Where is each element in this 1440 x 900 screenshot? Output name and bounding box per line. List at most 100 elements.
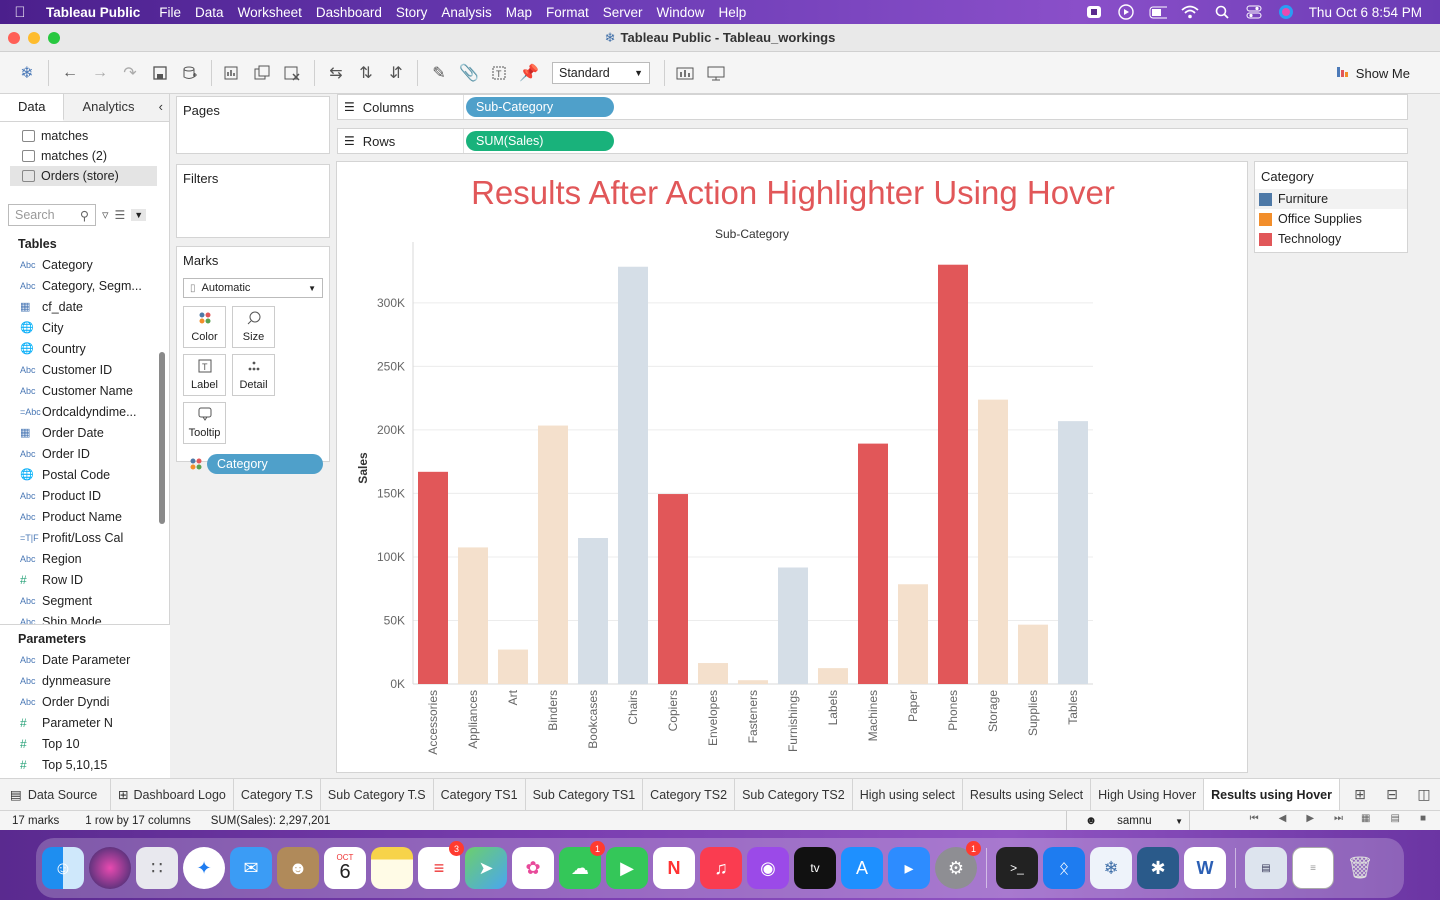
data-source-item-selected[interactable]: Orders (store) <box>10 166 157 186</box>
new-worksheet-icon[interactable]: ⊞ <box>1344 786 1376 803</box>
bar-labels[interactable] <box>818 668 848 684</box>
view-options-icon[interactable]: ☰ <box>115 208 126 222</box>
mail-icon[interactable]: ✉ <box>230 847 272 889</box>
swap-rows-columns-icon[interactable]: ⇆ <box>321 59 351 87</box>
field-item[interactable]: Abc Product Name <box>0 506 160 527</box>
bar-art[interactable] <box>498 649 528 684</box>
menu-format[interactable]: Format <box>539 5 596 20</box>
safari-icon[interactable]: ✦ <box>183 847 225 889</box>
field-item[interactable]: # Parameter N <box>0 712 170 733</box>
menu-file[interactable]: File <box>152 5 188 20</box>
mysql-workbench-icon[interactable]: ✱ <box>1137 847 1179 889</box>
tab-analytics[interactable]: Analytics ‹ <box>64 94 169 121</box>
tableau-home-icon[interactable]: ❄ <box>12 59 42 87</box>
bar-bookcases[interactable] <box>578 538 608 684</box>
field-item[interactable]: 🌐 Country <box>0 338 160 359</box>
bar-furnishings[interactable] <box>778 567 808 684</box>
sheet-tab-active[interactable]: Results using Hover <box>1204 778 1340 811</box>
last-sheet-icon[interactable]: ⏭ <box>1334 813 1343 824</box>
control-center-icon[interactable] <box>1245 5 1263 19</box>
filter-icon[interactable]: ▿ <box>102 207 109 223</box>
clear-sheet-icon[interactable] <box>278 59 308 87</box>
field-item[interactable]: Abc Category, Segm... <box>0 275 160 296</box>
battery-icon[interactable] <box>1149 5 1167 19</box>
menu-worksheet[interactable]: Worksheet <box>231 5 309 20</box>
new-story-icon[interactable]: ◫ <box>1408 786 1440 803</box>
sheet-tab[interactable]: Sub Category TS1 <box>526 778 644 811</box>
music-icon[interactable]: ♫ <box>700 847 742 889</box>
word-icon[interactable]: W <box>1184 847 1226 889</box>
menu-data[interactable]: Data <box>188 5 231 20</box>
app-store-icon[interactable]: A <box>841 847 883 889</box>
field-item[interactable]: Abc Order Dyndi <box>0 691 170 712</box>
field-item[interactable]: Abc Customer Name <box>0 380 160 401</box>
marks-label-button[interactable]: T Label <box>183 354 226 396</box>
apple-icon[interactable]:  <box>0 4 40 21</box>
menu-window[interactable]: Window <box>650 5 712 20</box>
messages-icon[interactable]: ☁ 1 <box>559 841 605 889</box>
sheet-tab[interactable]: Category TS1 <box>434 778 526 811</box>
field-item[interactable]: # Top 10 <box>0 733 170 754</box>
apple-tv-icon[interactable]: tv <box>794 847 836 889</box>
sheet-tab[interactable]: ⊞ Dashboard Logo <box>111 778 234 811</box>
launchpad-icon[interactable]: ∷ <box>136 847 178 889</box>
bar-envelopes[interactable] <box>698 663 728 684</box>
bar-tables[interactable] <box>1058 421 1088 684</box>
terminal-icon[interactable]: >_ <box>996 847 1038 889</box>
marks-color-button[interactable]: Color <box>183 306 226 348</box>
maps-icon[interactable]: ➤ <box>465 847 507 889</box>
wifi-icon[interactable] <box>1181 5 1199 19</box>
field-item[interactable]: Abc Category <box>0 254 160 275</box>
marks-size-button[interactable]: Size <box>232 306 275 348</box>
window-minimize-button[interactable] <box>28 32 40 44</box>
menu-app-name[interactable]: Tableau Public <box>40 5 152 20</box>
tab-data[interactable]: Data <box>0 94 65 121</box>
field-item[interactable]: Abc Order ID <box>0 443 160 464</box>
bar-fasteners[interactable] <box>738 680 768 684</box>
data-source-tab[interactable]: ▤ Data Source <box>0 778 111 811</box>
podcasts-icon[interactable]: ◉ <box>747 847 789 889</box>
photos-icon[interactable]: ✿ <box>512 847 554 889</box>
play-icon[interactable] <box>1117 4 1135 20</box>
sheet-tab[interactable]: High using select <box>853 778 963 811</box>
siri-icon[interactable] <box>89 847 131 889</box>
bar-binders[interactable] <box>538 425 568 684</box>
reminders-icon[interactable]: ≡ 3 <box>418 841 464 889</box>
sheet-tab[interactable]: Results using Select <box>963 778 1092 811</box>
sheet-tab[interactable]: Sub Category TS2 <box>735 778 853 811</box>
bar-copiers[interactable] <box>658 494 688 684</box>
window-zoom-button[interactable] <box>48 32 60 44</box>
calendar-icon[interactable]: OCT 6 <box>324 847 366 889</box>
bar-chairs[interactable] <box>618 266 648 684</box>
show-me-button[interactable]: Show Me <box>1336 65 1410 82</box>
siri-icon[interactable] <box>1277 5 1295 19</box>
field-item[interactable]: 🌐 City <box>0 317 160 338</box>
notes-icon[interactable] <box>371 847 413 889</box>
finder-icon[interactable]: ☺ <box>42 847 84 889</box>
document-preview-icon[interactable]: ≡ <box>1292 847 1334 889</box>
contacts-icon[interactable]: ☻ <box>277 847 319 889</box>
menu-analysis[interactable]: Analysis <box>434 5 498 20</box>
system-settings-icon[interactable]: ⚙ 1 <box>935 841 981 889</box>
first-sheet-icon[interactable]: ⏮ <box>1250 813 1259 824</box>
sql-file-icon[interactable]: ▤ <box>1245 847 1287 889</box>
marks-tooltip-button[interactable]: Tooltip <box>183 402 226 444</box>
field-item[interactable]: ▦ Order Date <box>0 422 160 443</box>
facetime-icon[interactable]: ▶ <box>606 847 648 889</box>
redo-icon[interactable]: → <box>85 59 115 87</box>
presentation-mode-icon[interactable] <box>701 59 731 87</box>
bar-machines[interactable] <box>858 443 888 684</box>
category-color-pill[interactable]: Category <box>207 454 323 474</box>
show-cards-icon[interactable] <box>671 59 701 87</box>
field-item[interactable]: # Row ID <box>0 569 160 590</box>
field-item[interactable]: ▦ cf_date <box>0 296 160 317</box>
screen-record-icon[interactable] <box>1085 5 1103 19</box>
sheet-tab[interactable]: High Using Hover <box>1091 778 1205 811</box>
pages-card[interactable]: Pages <box>176 96 330 154</box>
new-dashboard-icon[interactable]: ⊟ <box>1376 786 1408 803</box>
window-close-button[interactable] <box>8 32 20 44</box>
menu-help[interactable]: Help <box>712 5 754 20</box>
sheet-sorter-icon[interactable]: ▤ <box>1391 813 1400 824</box>
trash-icon[interactable]: 🗑 <box>1339 847 1381 889</box>
bar-supplies[interactable] <box>1018 624 1048 684</box>
